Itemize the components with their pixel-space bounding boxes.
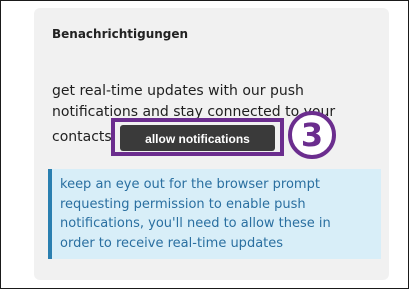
info-line: order to receive real-time updates bbox=[60, 235, 284, 251]
screenshot-frame: Benachrichtigungen get real-time updates… bbox=[0, 0, 409, 289]
allow-notifications-button[interactable]: allow notifications bbox=[120, 125, 275, 151]
description-line: contacts bbox=[52, 129, 112, 145]
info-line: requesting permission to enable push bbox=[60, 196, 306, 212]
step-number-badge: 3 bbox=[288, 111, 336, 159]
info-text: keep an eye out for the browser prompt r… bbox=[60, 175, 378, 253]
info-callout: keep an eye out for the browser prompt r… bbox=[48, 169, 381, 259]
panel-title: Benachrichtigungen bbox=[52, 27, 189, 41]
info-line: keep an eye out for the browser prompt bbox=[60, 177, 320, 192]
info-line: notifications, you'll need to allow thes… bbox=[60, 216, 331, 231]
description-line: get real-time updates with our push bbox=[52, 83, 304, 99]
